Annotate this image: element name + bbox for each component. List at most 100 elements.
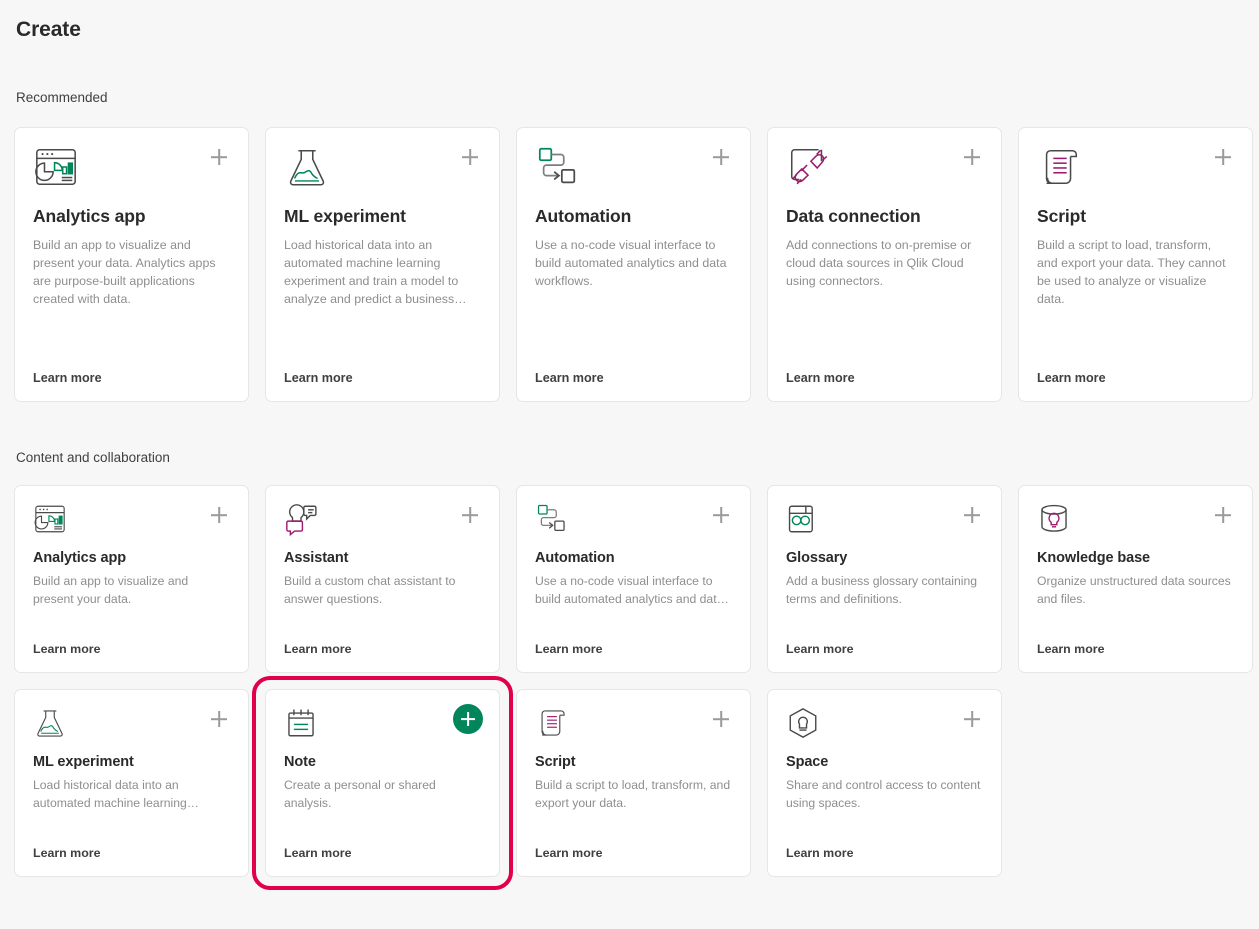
card-description: Use a no-code visual interface to build … <box>535 574 729 606</box>
card-description: Share and control access to content usin… <box>786 778 981 810</box>
card-description: Build a script to load, transform, and e… <box>1037 238 1226 306</box>
learn-more-link[interactable]: Learn more <box>786 642 983 658</box>
add-button[interactable] <box>710 504 732 526</box>
card-header <box>33 706 230 752</box>
add-button[interactable] <box>208 504 230 526</box>
card-title: Analytics app <box>33 206 146 226</box>
space-icon <box>786 706 820 740</box>
automation-icon <box>535 144 581 190</box>
card-description: Create a personal or shared analysis. <box>284 778 436 810</box>
create-card-assistant[interactable]: Assistant Build a custom chat assistant … <box>265 485 500 673</box>
learn-more-link[interactable]: Learn more <box>33 846 230 862</box>
card-grid-recommended: Analytics app Build an app to visualize … <box>14 127 1253 402</box>
learn-more-link[interactable]: Learn more <box>535 642 732 658</box>
create-card-analytics-app[interactable]: Analytics app Build an app to visualize … <box>14 485 249 673</box>
glossary-icon <box>786 502 820 536</box>
create-card-ml-experiment[interactable]: ML experiment Load historical data into … <box>14 689 249 877</box>
ml-experiment-icon <box>33 706 67 740</box>
add-button[interactable] <box>208 146 230 168</box>
card-header <box>1037 502 1234 548</box>
section-label-recommended: Recommended <box>16 90 108 105</box>
note-icon <box>284 706 318 740</box>
ml-experiment-icon <box>284 144 330 190</box>
learn-more-link[interactable]: Learn more <box>1037 642 1234 658</box>
knowledge-base-icon <box>1037 502 1071 536</box>
assistant-icon <box>284 502 318 536</box>
page-title: Create <box>16 18 81 41</box>
card-title: Script <box>535 754 576 770</box>
card-description: Build a custom chat assistant to answer … <box>284 574 456 606</box>
card-header <box>535 144 732 200</box>
card-grid-content-row-1: Analytics app Build an app to visualize … <box>14 485 1253 673</box>
card-description: Build an app to visualize and present yo… <box>33 238 216 306</box>
learn-more-link[interactable]: Learn more <box>284 846 481 862</box>
add-button[interactable] <box>710 708 732 730</box>
add-button[interactable] <box>1212 146 1234 168</box>
automation-icon <box>535 502 569 536</box>
create-page: Create Recommended Analytics app Build a… <box>0 0 1259 929</box>
card-grid-content-row-2: ML experiment Load historical data into … <box>14 676 1245 890</box>
create-card-glossary[interactable]: Glossary Add a business glossary contain… <box>767 485 1002 673</box>
add-button[interactable] <box>961 504 983 526</box>
learn-more-link[interactable]: Learn more <box>535 846 732 862</box>
script-icon <box>1037 144 1083 190</box>
create-card-space[interactable]: Space Share and control access to conten… <box>767 689 1002 877</box>
data-connection-icon <box>786 144 832 190</box>
create-card-ml-experiment[interactable]: ML experiment Load historical data into … <box>265 127 500 402</box>
learn-more-link[interactable]: Learn more <box>33 642 230 658</box>
card-title: Automation <box>535 550 615 566</box>
card-header <box>33 144 230 200</box>
card-header <box>786 706 983 752</box>
card-header <box>1037 144 1234 200</box>
learn-more-link[interactable]: Learn more <box>786 846 983 862</box>
learn-more-link[interactable]: Learn more <box>33 371 230 387</box>
card-description: Load historical data into an automated m… <box>33 778 199 810</box>
create-card-knowledge-base[interactable]: Knowledge base Organize unstructured dat… <box>1018 485 1253 673</box>
create-card-analytics-app[interactable]: Analytics app Build an app to visualize … <box>14 127 249 402</box>
add-button[interactable] <box>710 146 732 168</box>
card-header <box>535 502 732 548</box>
learn-more-link[interactable]: Learn more <box>284 642 481 658</box>
add-button[interactable] <box>459 146 481 168</box>
analytics-app-icon <box>33 144 79 190</box>
add-button[interactable] <box>1212 504 1234 526</box>
card-description: Build an app to visualize and present yo… <box>33 574 189 606</box>
add-button[interactable] <box>961 146 983 168</box>
card-title: Script <box>1037 206 1086 226</box>
learn-more-link[interactable]: Learn more <box>1037 371 1234 387</box>
card-description: Build a script to load, transform, and e… <box>535 778 731 810</box>
card-title: Automation <box>535 206 632 226</box>
create-card-automation[interactable]: Automation Use a no-code visual interfac… <box>516 127 751 402</box>
create-card-automation[interactable]: Automation Use a no-code visual interfac… <box>516 485 751 673</box>
card-description: Add connections to on-premise or cloud d… <box>786 238 972 288</box>
learn-more-link[interactable]: Learn more <box>786 371 983 387</box>
focus-ring: Note Create a personal or shared analysi… <box>252 676 513 890</box>
card-title: ML experiment <box>33 754 134 770</box>
card-description: Use a no-code visual interface to build … <box>535 238 727 288</box>
card-header <box>284 704 483 752</box>
create-card-script[interactable]: Script Build a script to load, transform… <box>1018 127 1253 402</box>
card-title: Glossary <box>786 550 848 566</box>
card-description: Organize unstructured data sources and f… <box>1037 574 1231 606</box>
learn-more-link[interactable]: Learn more <box>535 371 732 387</box>
section-label-content-and-collaboration: Content and collaboration <box>16 450 170 465</box>
create-card-note[interactable]: Note Create a personal or shared analysi… <box>265 689 500 877</box>
card-header <box>786 144 983 200</box>
card-header <box>535 706 732 752</box>
card-title: Knowledge base <box>1037 550 1151 566</box>
card-title: Data connection <box>786 206 921 226</box>
add-button[interactable] <box>453 704 483 734</box>
add-button[interactable] <box>459 504 481 526</box>
card-description: Add a business glossary containing terms… <box>786 574 978 606</box>
card-title: Assistant <box>284 550 349 566</box>
card-description: Load historical data into an automated m… <box>284 238 467 306</box>
card-header <box>284 144 481 200</box>
add-button[interactable] <box>208 708 230 730</box>
create-card-data-connection[interactable]: Data connection Add connections to on-pr… <box>767 127 1002 402</box>
learn-more-link[interactable]: Learn more <box>284 371 481 387</box>
create-card-script[interactable]: Script Build a script to load, transform… <box>516 689 751 877</box>
add-button[interactable] <box>961 708 983 730</box>
card-title: Analytics app <box>33 550 126 566</box>
analytics-app-icon <box>33 502 67 536</box>
card-title: ML experiment <box>284 206 406 226</box>
